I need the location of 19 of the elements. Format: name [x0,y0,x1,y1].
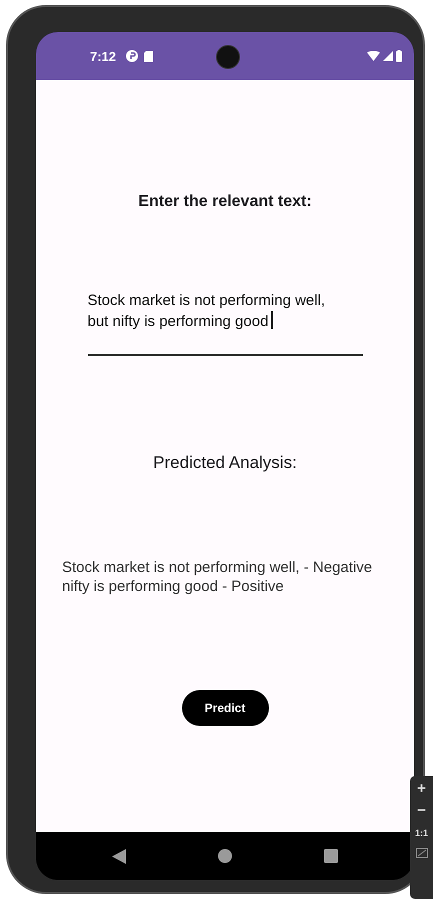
prompt-label: Enter the relevant text: [138,193,312,211]
status-time: 7:12 [90,48,116,64]
result-line: Stock market is not performing well, - Negative [62,558,372,577]
predict-button[interactable]: Predict [182,690,268,726]
signal-icon [383,51,393,61]
zoom-button[interactable]: + [417,782,426,796]
back-icon[interactable] [112,848,126,864]
wifi-icon [367,51,380,61]
text-input-field[interactable]: Stock market is not performing well, but nifty is performing good [88,291,362,356]
battery-icon [396,50,402,62]
camera-icon [216,45,240,69]
screenshot-icon[interactable] [416,848,428,858]
result-title: Predicted Analysis: [153,453,297,473]
app-icon [126,50,138,62]
result-line: nifty is performing good - Positive [62,577,284,596]
zoom-button[interactable]: − [417,804,426,818]
sd-card-icon [144,50,154,62]
home-icon[interactable] [218,849,232,863]
zoom-button[interactable]: 1:1 [414,826,428,840]
